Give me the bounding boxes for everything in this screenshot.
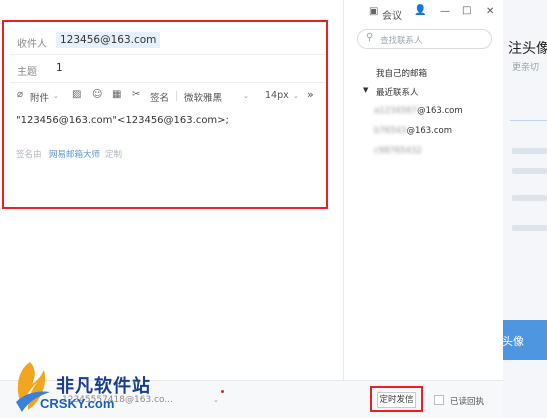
background-placeholder-line <box>512 148 547 154</box>
recent-contacts-header[interactable]: 最近联系人 <box>376 86 419 98</box>
sender-dropdown-icon[interactable]: ⌄ <box>213 396 219 404</box>
close-button[interactable]: ✕ <box>486 6 494 17</box>
read-receipt-checkbox[interactable] <box>434 395 444 405</box>
minimize-button[interactable]: — <box>440 6 450 17</box>
contact-search-input[interactable] <box>357 29 492 49</box>
read-receipt-label[interactable]: 已读回执 <box>450 395 484 407</box>
background-window-subtitle: 更亲切 <box>512 63 540 73</box>
contacts-pane <box>343 0 503 380</box>
watermark-subtitle: CRSKY.com <box>40 396 115 411</box>
recent-contact-item[interactable]: b76543@163.com <box>374 126 452 136</box>
chevron-down-icon[interactable]: ▼ <box>363 86 368 94</box>
background-window-heading: 注头像 <box>508 41 547 57</box>
watermark-title: 非凡软件站 <box>56 376 151 397</box>
meeting-button[interactable]: 会议 <box>382 7 402 22</box>
notification-dot <box>221 390 224 393</box>
contact-search-placeholder: 查找联系人 <box>380 36 423 46</box>
search-icon: ⚲ <box>366 32 374 43</box>
background-placeholder-line <box>512 168 547 174</box>
meeting-icon: ▣ <box>369 6 379 17</box>
contacts-toggle-icon[interactable]: 👤 <box>414 5 426 16</box>
contact-domain: @163.com <box>406 126 453 136</box>
contact-name-redacted: b76543 <box>374 126 407 136</box>
my-mailbox-item[interactable]: 我自己的邮箱 <box>376 67 427 79</box>
contact-name-redacted: c98765432 <box>374 146 422 156</box>
contact-domain: @163.com <box>417 106 463 116</box>
contact-name-redacted: a1234567 <box>374 106 418 116</box>
background-placeholder-line <box>512 225 547 231</box>
recent-contact-item[interactable]: a1234567@163.com <box>374 106 463 116</box>
highlight-box-compose <box>2 20 328 209</box>
background-window-divider <box>510 120 547 121</box>
recent-contact-item[interactable]: c98765432 <box>374 146 422 156</box>
background-avatar-button-label: 头像 <box>502 335 524 348</box>
maximize-button[interactable]: □ <box>462 5 471 16</box>
background-placeholder-line <box>512 195 547 201</box>
highlight-box-schedule <box>370 386 423 412</box>
